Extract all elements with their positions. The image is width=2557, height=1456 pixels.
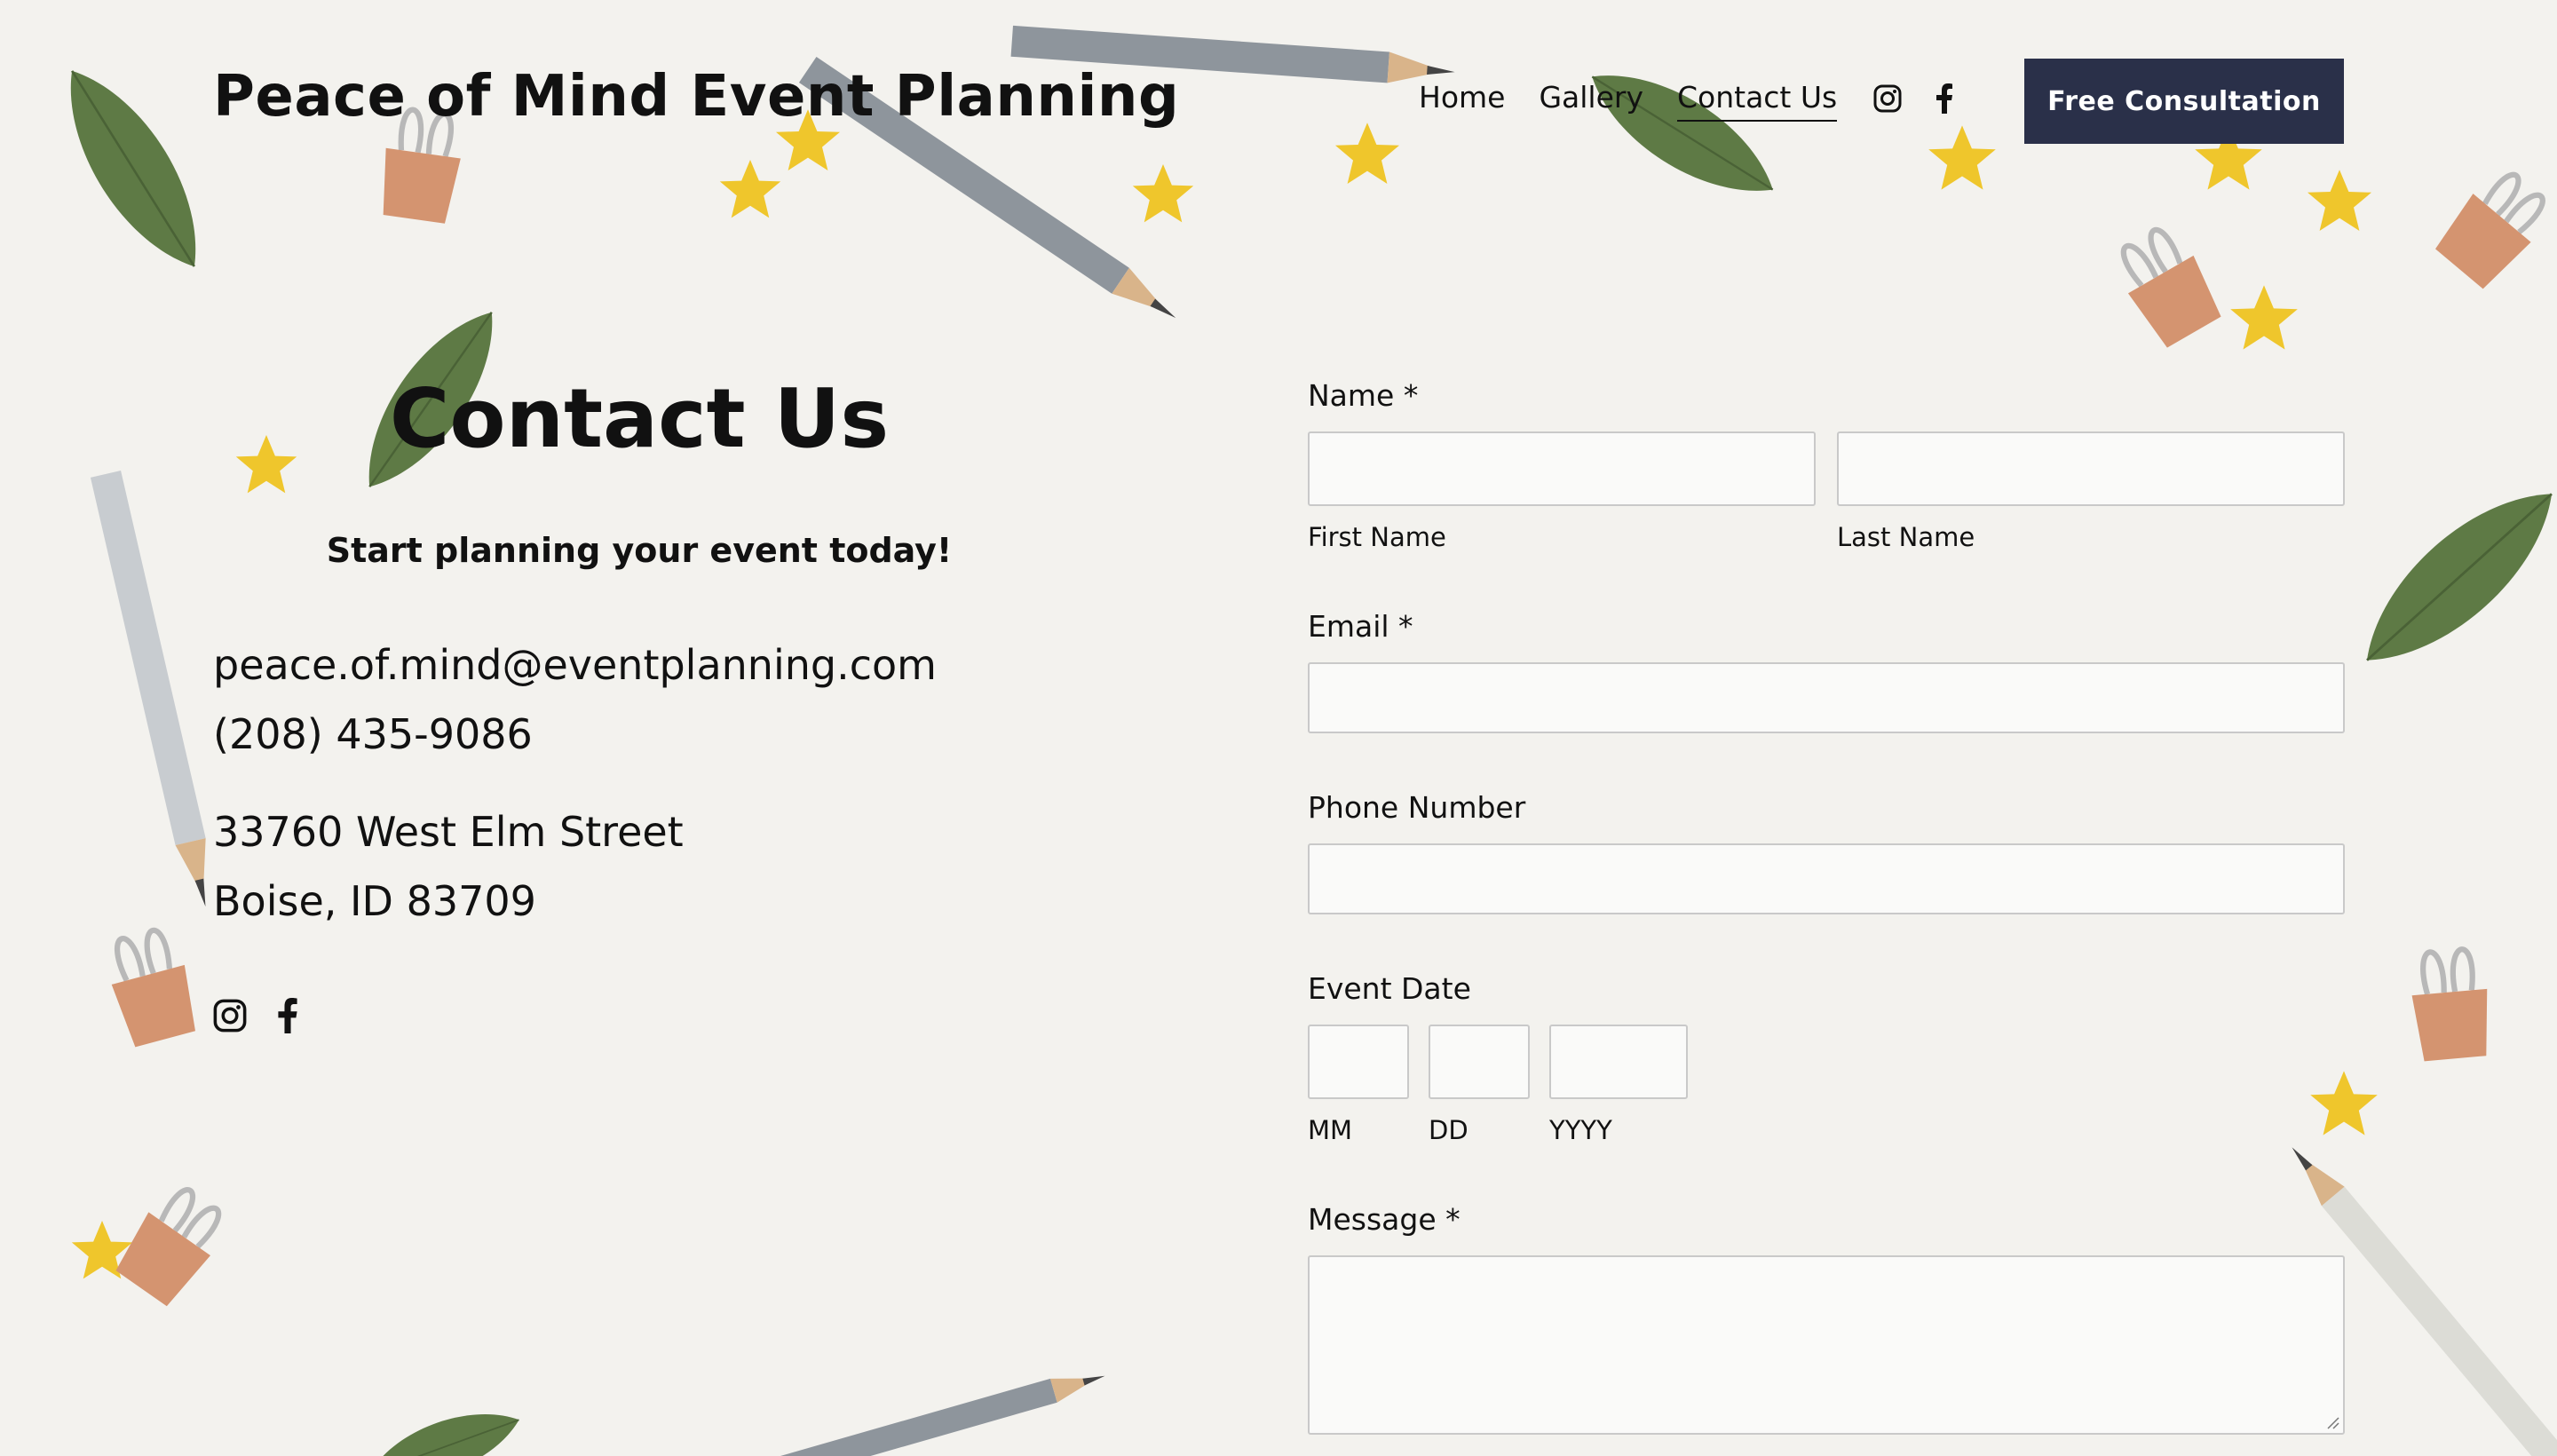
last-name-sublabel: Last Name xyxy=(1837,522,1975,552)
event-date-label: Event Date xyxy=(1308,971,1471,1006)
message-textarea[interactable] xyxy=(1308,1255,2345,1435)
instagram-icon[interactable] xyxy=(213,999,247,1036)
nav-gallery[interactable]: Gallery xyxy=(1539,80,1643,122)
facebook-icon[interactable] xyxy=(277,998,298,1037)
event-date-day-input[interactable] xyxy=(1429,1025,1530,1099)
day-sublabel: DD xyxy=(1429,1115,1468,1145)
first-name-sublabel: First Name xyxy=(1308,522,1446,552)
event-date-month-input[interactable] xyxy=(1308,1025,1409,1099)
phone-number-label: Phone Number xyxy=(1308,790,1526,825)
year-sublabel: YYYY xyxy=(1549,1115,1612,1145)
main-nav: Home Gallery Contact Us xyxy=(1419,80,1838,122)
month-sublabel: MM xyxy=(1308,1115,1353,1145)
phone-number-input[interactable] xyxy=(1308,843,2345,914)
header-social-links xyxy=(1873,83,1953,117)
email-label: Email * xyxy=(1308,609,1413,644)
site-title[interactable]: Peace of Mind Event Planning xyxy=(213,64,1179,130)
nav-home[interactable]: Home xyxy=(1419,80,1505,122)
first-name-input[interactable] xyxy=(1308,431,1816,506)
resize-handle-icon[interactable] xyxy=(2325,1415,2339,1429)
email-input[interactable] xyxy=(1308,662,2345,733)
message-field-wrapper xyxy=(1308,1255,2345,1435)
page-subtitle: Start planning your event today! xyxy=(326,531,953,570)
contact-social-links xyxy=(213,998,298,1037)
free-consultation-button[interactable]: Free Consultation xyxy=(2024,59,2344,144)
last-name-input[interactable] xyxy=(1837,431,2345,506)
contact-phone[interactable]: (208) 435-9086 xyxy=(213,710,533,758)
address-line-1: 33760 West Elm Street xyxy=(213,808,684,856)
facebook-icon[interactable] xyxy=(1936,83,1953,117)
instagram-icon[interactable] xyxy=(1873,84,1902,116)
message-label: Message * xyxy=(1308,1202,1461,1237)
contact-email[interactable]: peace.of.mind@eventplanning.com xyxy=(213,641,937,689)
address-line-2: Boise, ID 83709 xyxy=(213,877,536,925)
page-title: Contact Us xyxy=(389,371,890,466)
name-label: Name * xyxy=(1308,378,1419,413)
event-date-year-input[interactable] xyxy=(1549,1025,1688,1099)
nav-contact-us[interactable]: Contact Us xyxy=(1676,80,1838,122)
